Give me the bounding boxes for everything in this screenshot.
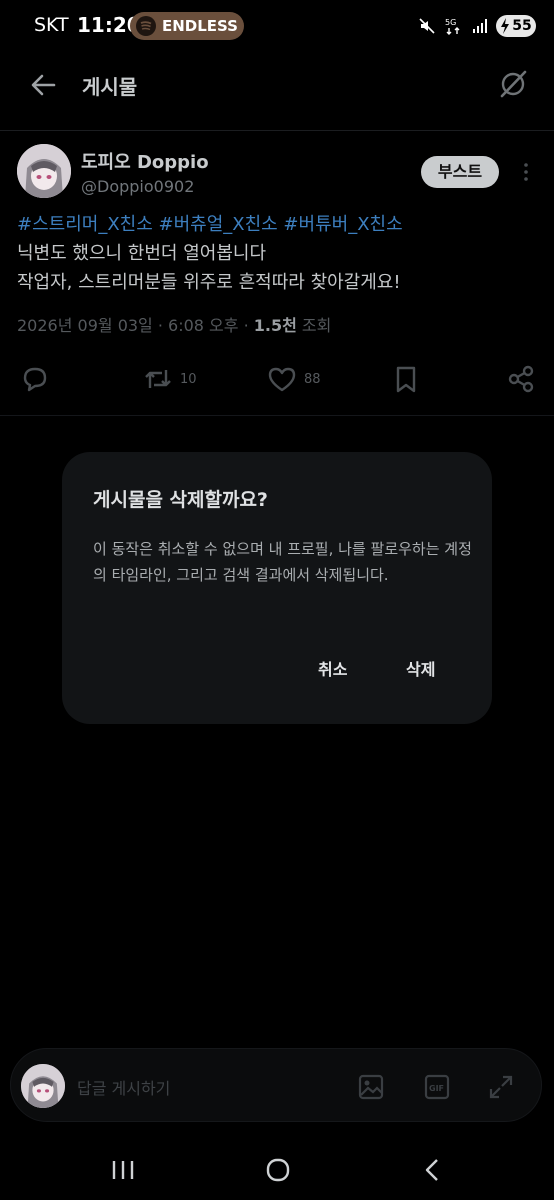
cell-signal-icon [473,19,487,33]
home-icon[interactable] [265,1157,291,1183]
arrow-left-icon[interactable] [28,70,58,100]
gif-icon[interactable]: GIF [423,1073,451,1101]
post-actions: 10 88 [0,360,554,400]
back-nav-icon[interactable] [420,1157,446,1183]
reply-composer: 답글 게시하기 GIF [10,1048,542,1122]
post-line-1: 닉변도 했으니 한번더 열어봅니다 [17,243,267,264]
author-name[interactable]: 도피오 Doppio [81,148,209,174]
media-pill[interactable]: ENDLESS [130,12,244,40]
post-hashtags[interactable]: #스트리머_X친소 #버츄얼_X친소 #버튜버_X친소 [17,210,537,239]
boost-button[interactable]: 부스트 [421,156,499,188]
share-icon [508,365,534,393]
retweet-icon [145,370,171,388]
gif-label: GIF [429,1084,444,1093]
grok-icon[interactable] [498,69,528,99]
reply-action[interactable] [20,364,50,394]
image-icon[interactable] [357,1073,385,1101]
mute-icon [419,18,435,34]
author-handle[interactable]: @Doppio0902 [81,177,194,196]
status-bar: SKT 11:20 ENDLESS 5G 55 [0,0,554,52]
comment-icon [23,367,47,392]
views-count[interactable]: 1.5천 [254,316,297,335]
status-icons: 5G 55 [418,12,536,40]
delete-dialog: 게시물을 삭제할까요? 이 동작은 취소할 수 없으며 내 프로필, 나를 팔로… [62,452,492,724]
bookmark-icon [396,366,416,393]
post-meta: 2026년 09월 03일 · 6:08 오후 · 1.5천 조회 [17,312,331,336]
post-date: 2026년 09월 03일 · 6:08 오후 · [17,316,254,335]
dialog-title: 게시물을 삭제할까요? [93,489,268,511]
expand-icon[interactable] [487,1073,515,1101]
post-text: #스트리머_X친소 #버츄얼_X친소 #버튜버_X친소 닉변도 했으니 한번더 … [17,210,537,297]
avatar[interactable] [17,144,71,198]
system-nav-bar [0,1140,554,1200]
like-action[interactable]: 88 [266,364,321,394]
battery-indicator: 55 [496,15,536,37]
svg-text:5G: 5G [445,18,456,27]
battery-level: 55 [512,18,532,34]
reply-input[interactable]: 답글 게시하기 [77,1075,170,1099]
cancel-button[interactable]: 취소 [318,656,347,680]
like-count: 88 [304,371,321,387]
top-nav: 게시물 [0,52,554,118]
divider [0,130,554,131]
more-options-icon[interactable] [518,160,534,184]
media-label: ENDLESS [162,17,238,35]
views-label: 조회 [296,316,332,335]
post-line-2: 작업자, 스트리머분들 위주로 흔적따라 찾아갈게요! [17,272,401,293]
page-title: 게시물 [82,75,138,99]
retweet-action[interactable]: 10 [142,364,197,394]
spotify-icon [136,16,156,36]
retweet-count: 10 [180,371,197,387]
delete-button[interactable]: 삭제 [406,656,435,680]
avatar [21,1064,65,1108]
dialog-message: 이 동작은 취소할 수 없으며 내 프로필, 나를 팔로우하는 계정의 타임라인… [93,540,472,584]
heart-icon [268,367,296,392]
bookmark-action[interactable] [392,364,420,394]
signal-5g-icon: 5G [445,18,460,35]
divider [0,415,554,416]
carrier-label: SKT [34,14,69,36]
share-action[interactable] [506,364,536,394]
recent-apps-icon[interactable] [110,1158,136,1182]
charging-bolt-icon [501,18,509,34]
